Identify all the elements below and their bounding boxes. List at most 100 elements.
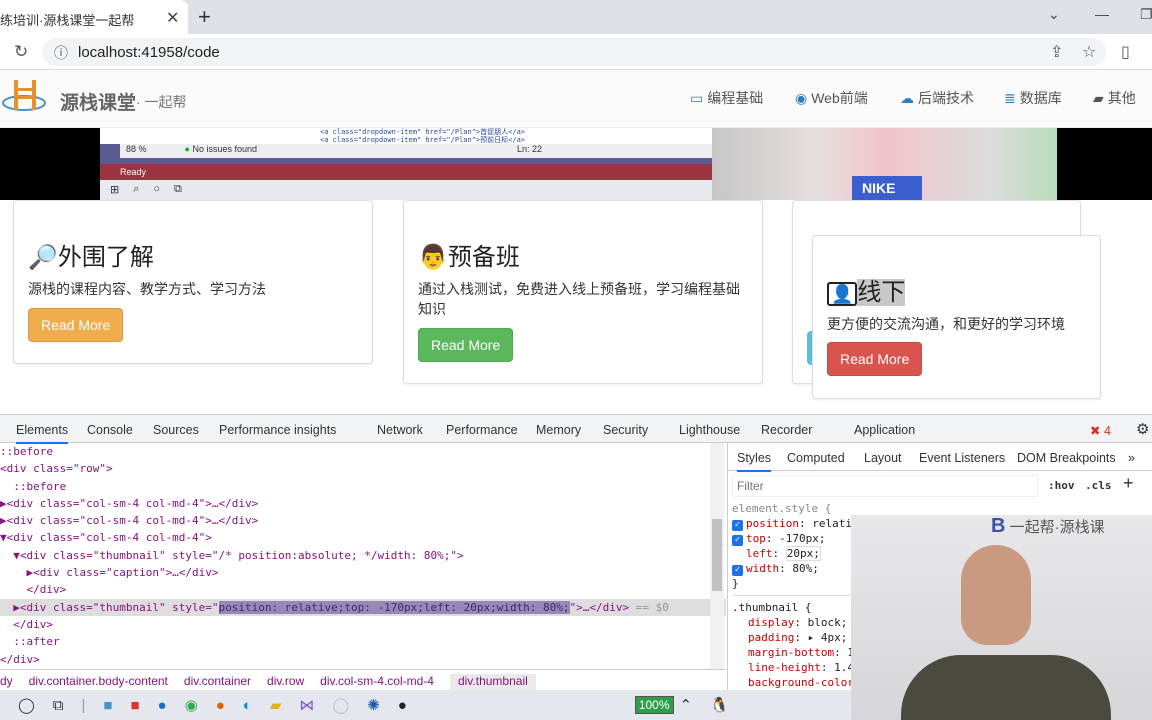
chrome-icon[interactable]: ◉: [185, 696, 198, 714]
dom-node[interactable]: ::before: [0, 478, 726, 495]
style-prop[interactable]: ✓ position: relati: [732, 516, 854, 531]
edge-icon[interactable]: ◐: [243, 697, 252, 714]
dom-node[interactable]: ▼<div class="thumbnail" style="/* positi…: [0, 547, 726, 564]
add-rule-icon[interactable]: +: [1123, 473, 1134, 494]
dom-node[interactable]: </div>: [0, 581, 726, 598]
dom-node[interactable]: ▶<div class="col-sm-4 col-md-4">…</div>: [0, 512, 726, 529]
firefox-icon[interactable]: ●: [216, 697, 225, 714]
close-tab-icon[interactable]: ✕: [166, 8, 179, 28]
tab-performance-insights[interactable]: Performance insights: [219, 423, 336, 437]
breadcrumb-item-active[interactable]: div.thumbnail: [449, 674, 536, 691]
cls-toggle[interactable]: .cls: [1085, 479, 1112, 492]
style-prop[interactable]: display: block;: [732, 615, 854, 630]
breadcrumb-item[interactable]: div.container.body-content: [29, 674, 168, 691]
dom-node[interactable]: ::after: [0, 633, 726, 650]
tab-network[interactable]: Network: [377, 423, 423, 437]
editing-value[interactable]: 20px;: [785, 546, 821, 561]
tab-search-icon[interactable]: ⌄: [1048, 6, 1060, 23]
brand-name[interactable]: 源栈课堂: [60, 88, 136, 115]
card-overview: 🔎外围了解 源栈的课程内容、教学方式、学习方法 Read More: [13, 200, 373, 364]
breadcrumb-item[interactable]: div.col-sm-4.col-md-4: [320, 674, 434, 691]
error-badge[interactable]: ✖ 4: [1090, 423, 1111, 438]
tab-application[interactable]: Application: [854, 423, 915, 437]
style-prop[interactable]: ✓ width: 80%;: [732, 561, 854, 576]
file-explorer-icon[interactable]: ▰: [270, 696, 282, 714]
app-icon[interactable]: ✺: [367, 696, 380, 714]
tab-lighthouse[interactable]: Lighthouse: [679, 423, 740, 437]
address-bar: ↻ ⓘ localhost:41958/code ⇪ ☆ ▯: [0, 34, 1152, 70]
tab-recorder[interactable]: Recorder: [761, 423, 812, 437]
dom-node-selected[interactable]: ▶<div class="thumbnail" style="position:…: [0, 598, 726, 616]
minimize-icon[interactable]: —: [1095, 6, 1109, 22]
style-prop[interactable]: padding: ▸ 4px;: [732, 630, 854, 645]
style-prop[interactable]: margin-bottom: 1: [732, 645, 854, 660]
url-input[interactable]: ⓘ localhost:41958/code: [42, 38, 1106, 66]
tab-console[interactable]: Console: [87, 423, 133, 437]
nav-database[interactable]: ≣ 数据库: [1004, 88, 1062, 108]
tab-computed[interactable]: Computed: [787, 451, 845, 465]
dom-node[interactable]: ::before: [0, 443, 726, 460]
tab-event-listeners[interactable]: Event Listeners: [919, 451, 1005, 465]
side-panel-icon[interactable]: ▯: [1121, 42, 1130, 62]
cortana-icon[interactable]: ◯: [18, 696, 35, 714]
breadcrumb-item[interactable]: dy: [0, 674, 13, 691]
style-prop[interactable]: ✓ top: -170px;: [732, 531, 854, 546]
checkbox-checked[interactable]: ✓: [732, 535, 743, 546]
tray-chevron-icon[interactable]: ⌃: [680, 696, 693, 714]
checkbox-checked[interactable]: ✓: [732, 520, 743, 531]
info-icon[interactable]: ⓘ: [54, 43, 68, 63]
breadcrumb-item[interactable]: div.container: [184, 674, 251, 691]
read-more-button[interactable]: Read More: [28, 308, 124, 342]
tab-memory[interactable]: Memory: [536, 423, 581, 437]
settings-gear-icon[interactable]: ⚙: [1136, 420, 1149, 438]
battery-indicator[interactable]: 100%: [634, 696, 674, 714]
style-prop[interactable]: line-height: 1.4: [732, 660, 854, 675]
shirt-logo: NIKE: [852, 176, 922, 200]
app-icon[interactable]: ■: [103, 697, 112, 714]
dom-node[interactable]: ▼<div class="col-sm-4 col-md-4">: [0, 529, 726, 546]
more-tabs-icon[interactable]: »: [1128, 451, 1135, 465]
dom-node[interactable]: </div>: [0, 616, 726, 633]
tab-sources[interactable]: Sources: [153, 423, 199, 437]
qq-icon[interactable]: 🐧: [710, 696, 729, 714]
browser-tab[interactable]: 练培训·源栈课堂一起帮: [0, 0, 188, 34]
visual-studio-icon[interactable]: ⋈: [299, 696, 314, 714]
app-icon[interactable]: ●: [158, 697, 167, 714]
tab-layout[interactable]: Layout: [864, 451, 902, 465]
breadcrumb-item[interactable]: div.row: [267, 674, 304, 691]
tab-performance[interactable]: Performance: [446, 423, 518, 437]
dom-node[interactable]: <div class="row">: [0, 460, 726, 477]
tab-elements[interactable]: Elements: [16, 423, 69, 444]
new-tab-icon[interactable]: +: [198, 4, 211, 30]
dom-node[interactable]: ▶<div class="caption">…</div>: [0, 564, 726, 581]
dom-scrollbar[interactable]: [710, 443, 724, 669]
highlighted-style[interactable]: position: relative;top: -170px;left: 20p…: [218, 600, 570, 614]
webcam-overlay: B 一起帮·源栈课: [851, 515, 1152, 720]
nav-other[interactable]: ▰ 其他: [1093, 88, 1136, 108]
hov-toggle[interactable]: :hov: [1048, 479, 1075, 492]
reload-icon[interactable]: ↻: [14, 42, 28, 62]
app-icon[interactable]: ◯: [332, 696, 349, 714]
tab-dom-breakpoints[interactable]: DOM Breakpoints: [1017, 451, 1116, 465]
tab-security[interactable]: Security: [603, 423, 648, 437]
nav-programming-basics[interactable]: ▭ 编程基础: [690, 88, 763, 108]
read-more-button[interactable]: Read More: [827, 342, 923, 376]
style-prop[interactable]: background-color: [732, 675, 854, 690]
read-more-button[interactable]: Read More: [418, 328, 514, 362]
styles-filter-input[interactable]: [732, 475, 1038, 497]
tab-styles[interactable]: Styles: [737, 451, 772, 472]
share-icon[interactable]: ⇪: [1050, 42, 1063, 62]
checkbox-checked[interactable]: ✓: [732, 565, 743, 576]
nav-backend[interactable]: ☁ 后端技术: [900, 88, 974, 108]
restore-icon[interactable]: ❐: [1140, 6, 1152, 23]
obs-icon[interactable]: ●: [398, 697, 407, 714]
style-prop[interactable]: left: 20px;: [732, 546, 854, 561]
task-view-icon[interactable]: ⧉: [53, 697, 64, 714]
office-icon[interactable]: ■: [130, 697, 139, 714]
bookmark-star-icon[interactable]: ☆: [1082, 42, 1096, 62]
scrollbar-thumb[interactable]: [712, 519, 722, 591]
dom-node[interactable]: </div>: [0, 651, 726, 668]
code-line: <a class="dropdown-item" href="/Plan">预前…: [320, 136, 526, 144]
nav-web-frontend[interactable]: ◉ Web前端: [795, 88, 868, 108]
dom-node[interactable]: ▶<div class="col-sm-4 col-md-4">…</div>: [0, 495, 726, 512]
